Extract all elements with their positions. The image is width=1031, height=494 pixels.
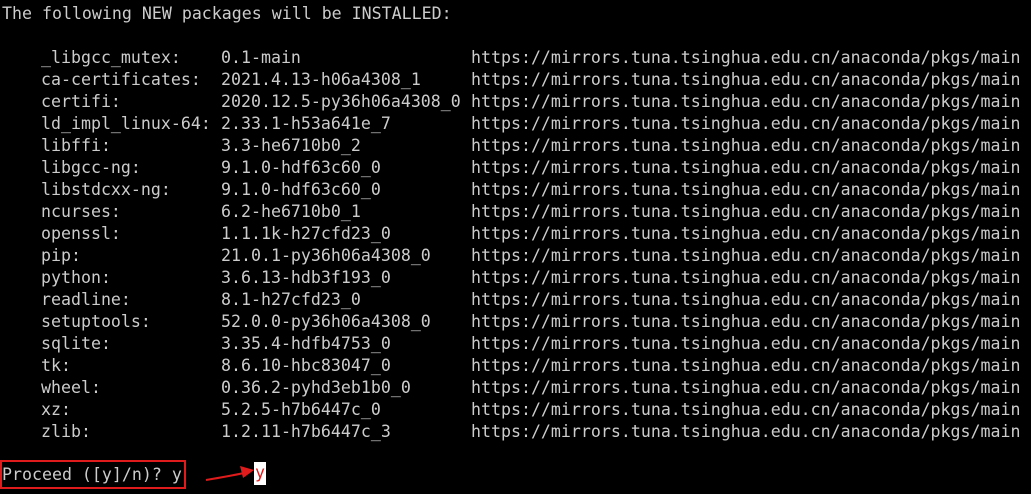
terminal-window[interactable]: The following NEW packages will be INSTA… bbox=[0, 0, 1031, 494]
package-channel: https://mirrors.tuna.tsinghua.edu.cn/ana… bbox=[471, 92, 1021, 111]
package-row: ncurses: 6.2-he6710b0_1 https://mirrors.tu… bbox=[0, 201, 1031, 223]
package-name: xz: bbox=[41, 400, 71, 419]
package-channel: https://mirrors.tuna.tsinghua.edu.cn/ana… bbox=[471, 136, 1021, 155]
package-version: 5.2.5-h7b6447c_0 bbox=[221, 400, 381, 419]
package-channel: https://mirrors.tuna.tsinghua.edu.cn/ana… bbox=[471, 70, 1021, 89]
package-row: readline: 8.1-h27cfd23_0 https://mirrors.t… bbox=[0, 289, 1031, 311]
package-channel: https://mirrors.tuna.tsinghua.edu.cn/ana… bbox=[471, 378, 1021, 397]
package-version: 0.36.2-pyhd3eb1b0_0 bbox=[221, 378, 411, 397]
package-name: setuptools: bbox=[41, 312, 151, 331]
package-version: 3.35.4-hdfb4753_0 bbox=[221, 334, 391, 353]
package-channel: https://mirrors.tuna.tsinghua.edu.cn/ana… bbox=[471, 268, 1021, 287]
package-name: libffi: bbox=[41, 136, 111, 155]
package-row: tk: 8.6.10-hbc83047_0 https://mirrors.tuna… bbox=[0, 355, 1031, 377]
package-version: 9.1.0-hdf63c60_0 bbox=[221, 158, 381, 177]
package-row: setuptools: 52.0.0-py36h06a4308_0 https://… bbox=[0, 311, 1031, 333]
package-version: 8.1-h27cfd23_0 bbox=[221, 290, 361, 309]
package-row: libffi: 3.3-he6710b0_2 https://mirrors.tun… bbox=[0, 135, 1031, 157]
package-row: python: 3.6.13-hdb3f193_0 https://mirrors.… bbox=[0, 267, 1031, 289]
package-version: 8.6.10-hbc83047_0 bbox=[221, 356, 391, 375]
package-row: ca-certificates: 2021.4.13-h06a4308_1 http… bbox=[0, 69, 1031, 91]
package-version: 1.2.11-h7b6447c_3 bbox=[221, 422, 391, 441]
package-name: ncurses: bbox=[41, 202, 121, 221]
package-version: 0.1-main bbox=[221, 48, 301, 67]
package-name: sqlite: bbox=[41, 334, 111, 353]
package-name: tk: bbox=[41, 356, 71, 375]
package-channel: https://mirrors.tuna.tsinghua.edu.cn/ana… bbox=[471, 290, 1021, 309]
package-name: libstdcxx-ng: bbox=[41, 180, 171, 199]
package-name: certifi: bbox=[41, 92, 121, 111]
package-channel: https://mirrors.tuna.tsinghua.edu.cn/ana… bbox=[471, 400, 1021, 419]
red-arrow-icon bbox=[205, 466, 254, 481]
package-name: pip: bbox=[41, 246, 81, 265]
package-version: 2.33.1-h53a641e_7 bbox=[221, 114, 391, 133]
package-name: ld_impl_linux-64: bbox=[41, 114, 211, 133]
package-version: 52.0.0-py36h06a4308_0 bbox=[221, 312, 431, 331]
package-row: pip: 21.0.1-py36h06a4308_0 https://mirrors… bbox=[0, 245, 1031, 267]
package-version: 21.0.1-py36h06a4308_0 bbox=[221, 246, 431, 265]
package-name: libgcc-ng: bbox=[41, 158, 141, 177]
package-name: readline: bbox=[41, 290, 131, 309]
package-row: sqlite: 3.35.4-hdfb4753_0 https://mirrors.… bbox=[0, 333, 1031, 355]
install-header: The following NEW packages will be INSTA… bbox=[2, 4, 452, 23]
package-version: 1.1.1k-h27cfd23_0 bbox=[221, 224, 391, 243]
package-name: openssl: bbox=[41, 224, 121, 243]
package-name: _libgcc_mutex: bbox=[41, 48, 181, 67]
terminal-cursor[interactable]: y bbox=[254, 462, 266, 485]
package-row: ld_impl_linux-64: 2.33.1-h53a641e_7 https:… bbox=[0, 113, 1031, 135]
package-row: xz: 5.2.5-h7b6447c_0 https://mirrors.tuna.… bbox=[0, 399, 1031, 421]
package-channel: https://mirrors.tuna.tsinghua.edu.cn/ana… bbox=[471, 48, 1021, 67]
package-row: wheel: 0.36.2-pyhd3eb1b0_0 https://mirrors… bbox=[0, 377, 1031, 399]
package-channel: https://mirrors.tuna.tsinghua.edu.cn/ana… bbox=[471, 312, 1021, 331]
package-version: 2021.4.13-h06a4308_1 bbox=[221, 70, 421, 89]
package-channel: https://mirrors.tuna.tsinghua.edu.cn/ana… bbox=[471, 356, 1021, 375]
package-row: libgcc-ng: 9.1.0-hdf63c60_0 https://mirror… bbox=[0, 157, 1031, 179]
package-channel: https://mirrors.tuna.tsinghua.edu.cn/ana… bbox=[471, 334, 1021, 353]
package-version: 3.6.13-hdb3f193_0 bbox=[221, 268, 391, 287]
package-row: openssl: 1.1.1k-h27cfd23_0 https://mirrors… bbox=[0, 223, 1031, 245]
package-channel: https://mirrors.tuna.tsinghua.edu.cn/ana… bbox=[471, 180, 1021, 199]
package-version: 6.2-he6710b0_1 bbox=[221, 202, 361, 221]
package-row: libstdcxx-ng: 9.1.0-hdf63c60_0 https://mir… bbox=[0, 179, 1031, 201]
package-version: 3.3-he6710b0_2 bbox=[221, 136, 361, 155]
package-name: python: bbox=[41, 268, 111, 287]
package-channel: https://mirrors.tuna.tsinghua.edu.cn/ana… bbox=[471, 158, 1021, 177]
package-row: zlib: 1.2.11-h7b6447c_3 https://mirrors.tu… bbox=[0, 421, 1031, 443]
package-channel: https://mirrors.tuna.tsinghua.edu.cn/ana… bbox=[471, 202, 1021, 221]
package-channel: https://mirrors.tuna.tsinghua.edu.cn/ana… bbox=[471, 246, 1021, 265]
proceed-prompt: Proceed ([y]/n)? y bbox=[2, 465, 182, 484]
package-channel: https://mirrors.tuna.tsinghua.edu.cn/ana… bbox=[471, 422, 1021, 441]
package-name: ca-certificates: bbox=[41, 70, 201, 89]
package-name: wheel: bbox=[41, 378, 101, 397]
package-row: certifi: 2020.12.5-py36h06a4308_0 https://… bbox=[0, 91, 1031, 113]
package-row: _libgcc_mutex: 0.1-main https://mirrors.tu… bbox=[0, 47, 1031, 69]
package-channel: https://mirrors.tuna.tsinghua.edu.cn/ana… bbox=[471, 224, 1021, 243]
package-channel: https://mirrors.tuna.tsinghua.edu.cn/ana… bbox=[471, 114, 1021, 133]
package-version: 9.1.0-hdf63c60_0 bbox=[221, 180, 381, 199]
package-version: 2020.12.5-py36h06a4308_0 bbox=[221, 92, 461, 111]
package-name: zlib: bbox=[41, 422, 91, 441]
